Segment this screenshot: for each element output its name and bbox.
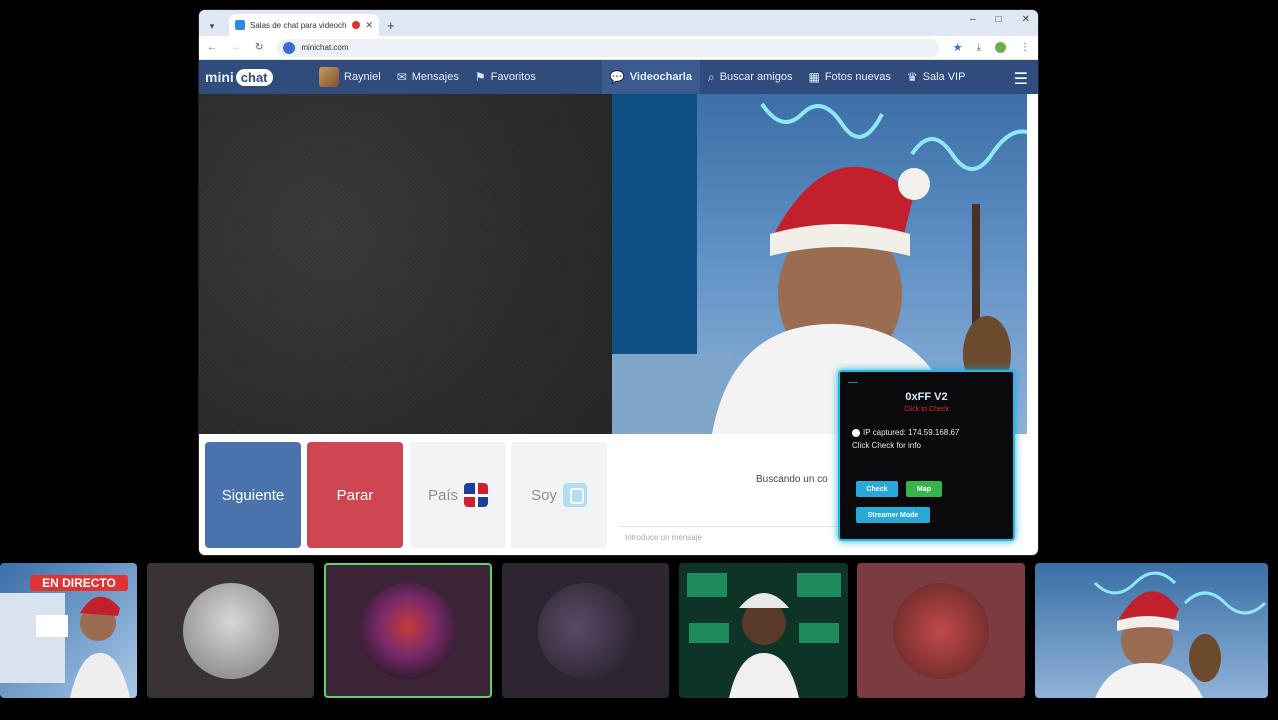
tab-search-icon[interactable]: ▾ [203, 16, 221, 36]
hamburger-menu-icon[interactable]: ☰ [1014, 69, 1028, 89]
grid-icon: ▦ [808, 70, 820, 84]
download-icon[interactable]: ⤓ [977, 42, 981, 53]
ip-line: IP captured: 174.59.168.67 [852, 428, 959, 437]
reload-icon[interactable]: ↻ [255, 42, 263, 53]
tile-user-4-scene [679, 563, 848, 698]
stop-button-label: Parar [336, 486, 374, 504]
nav-new-photos[interactable]: ▦ Fotos nuevas [800, 60, 898, 94]
tile-user-2[interactable] [324, 563, 492, 698]
searching-status: Buscando un co [756, 474, 828, 485]
maximize-icon[interactable]: □ [996, 14, 1002, 25]
nav-vip[interactable]: ♛ Sala VIP [899, 60, 974, 94]
nav-find-friends[interactable]: ⌕ Buscar amigos [700, 60, 801, 94]
bookmark-star-icon[interactable]: ★ [953, 41, 963, 54]
nav-vip-label: Sala VIP [922, 71, 966, 83]
user-avatar [319, 67, 339, 87]
chat-bubble-icon: 💬 [609, 70, 625, 84]
tile-user-5-avatar [893, 582, 989, 679]
crown-icon: ♛ [906, 70, 918, 84]
profile-icon[interactable] [995, 42, 1006, 53]
message-input[interactable]: Introduce un mensaje [619, 526, 839, 548]
minimize-panel-icon[interactable]: — [848, 377, 858, 388]
tile-user-1-avatar [182, 582, 279, 679]
ip-tool-panel: — 0xFF V2 Click to Check IP captured: 17… [838, 370, 1015, 541]
stop-button[interactable]: Parar [307, 442, 403, 548]
tile-self[interactable] [1035, 563, 1268, 698]
site-nav: mini chat Rayniel ✉ Mensajes ⚑ Favoritos… [199, 60, 1038, 94]
nav-new-photos-label: Fotos nuevas [824, 71, 891, 83]
nav-messages-label: Mensajes [411, 71, 459, 83]
bookmark-icon: ⚑ [474, 70, 486, 84]
window-controls: – □ ✕ [970, 14, 1030, 25]
tab-title: Salas de chat para videochat [250, 20, 348, 30]
gender-button[interactable]: Soy [511, 442, 607, 548]
search-icon: ⌕ [707, 69, 715, 84]
menu-dots-icon[interactable]: ⋮ [1020, 42, 1030, 53]
nav-favorites[interactable]: ⚑ Favoritos [467, 60, 544, 94]
tile-user-3-avatar [537, 582, 634, 679]
close-tab-icon[interactable]: ✕ [365, 20, 373, 31]
country-button[interactable]: País [410, 442, 506, 548]
browser-tab[interactable]: Salas de chat para videochat ✕ [229, 14, 379, 36]
site-info-icon[interactable] [283, 41, 296, 54]
logo-mini: mini [205, 69, 234, 85]
info-line: Click Check for info [852, 441, 921, 450]
nav-profile[interactable]: Rayniel [311, 60, 389, 94]
back-icon[interactable]: ← [207, 42, 217, 53]
mail-icon: ✉ [396, 70, 407, 84]
url-text: minichat.com [301, 43, 349, 52]
person-icon [562, 483, 587, 507]
nav-favorites-label: Favoritos [490, 71, 536, 83]
tile-user-5[interactable] [857, 563, 1025, 698]
country-label: País [427, 486, 458, 504]
close-window-icon[interactable]: ✕ [1022, 14, 1030, 25]
tile-user-4[interactable] [679, 563, 848, 698]
nav-videochat[interactable]: 💬 Videocharla [601, 60, 700, 94]
favicon-icon [235, 20, 245, 30]
nav-profile-label: Rayniel [344, 71, 381, 83]
next-button-label: Siguiente [221, 486, 285, 504]
address-bar: ← → ↻ minichat.com ★ ⤓ ⋮ [199, 36, 1038, 60]
recording-icon [352, 21, 361, 29]
tile-user-3[interactable] [502, 563, 669, 698]
stage: ▾ Salas de chat para videochat ✕ + – □ ✕… [0, 0, 1278, 720]
panel-title: 0xFF V2 [905, 391, 948, 403]
check-button[interactable]: Check [856, 481, 898, 497]
minimize-icon[interactable]: – [970, 14, 976, 25]
nav-find-friends-label: Buscar amigos [719, 71, 793, 83]
site-logo[interactable]: mini chat [199, 68, 303, 86]
partner-video-static [199, 94, 612, 434]
tab-bar: ▾ Salas de chat para videochat ✕ + – □ ✕ [199, 10, 1038, 36]
tile-user-2-avatar [360, 582, 456, 679]
url-field[interactable]: minichat.com [277, 38, 939, 57]
streamer-mode-button[interactable]: Streamer Mode [856, 507, 930, 523]
logo-chat: chat [235, 68, 273, 86]
next-button[interactable]: Siguiente [205, 442, 301, 548]
panel-subtitle: Click to Check [904, 406, 949, 413]
check-circle-icon [852, 428, 860, 437]
nav-messages[interactable]: ✉ Mensajes [389, 60, 467, 94]
gender-label: Soy [531, 486, 557, 504]
tile-self-scene [1093, 571, 1267, 698]
ip-text: IP captured: 174.59.168.67 [863, 428, 960, 437]
forward-icon[interactable]: → [231, 42, 241, 53]
dominican-flag-icon [464, 483, 488, 507]
nav-videochat-label: Videocharla [629, 71, 692, 83]
map-button[interactable]: Map [906, 481, 942, 497]
new-tab-button[interactable]: + [387, 14, 395, 36]
live-badge: EN DIRECTO [30, 575, 128, 591]
tile-user-1[interactable] [147, 563, 314, 698]
